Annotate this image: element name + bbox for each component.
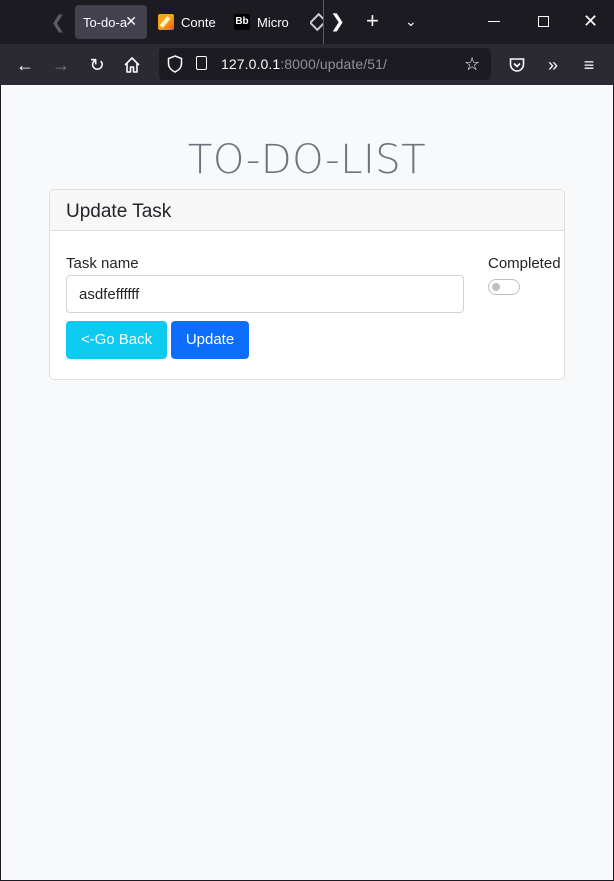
tab-close-icon[interactable]: ✕	[125, 13, 137, 30]
navigation-toolbar: ← → ↻ 127.0.0.1:8000/update/51/ ☆ » ≡	[0, 44, 614, 85]
hamburger-menu-icon[interactable]: ≡	[577, 53, 601, 77]
diamond-favicon-icon	[310, 12, 324, 32]
forward-arrow-icon[interactable]: →	[49, 53, 73, 77]
tab-strip: ❮ To-do-a ✕ Conte Bb Micro ❯ + ⌄ ✕	[0, 0, 614, 44]
tab-title: Micro	[257, 14, 289, 30]
url-host: 127.0.0.1	[221, 56, 281, 72]
tab-content[interactable]: Conte	[158, 5, 218, 39]
maximize-icon[interactable]	[538, 16, 549, 27]
bb-favicon-icon: Bb	[234, 14, 250, 30]
close-window-icon[interactable]: ✕	[583, 10, 598, 32]
chevron-down-icon[interactable]: ⌄	[405, 10, 417, 32]
page-info-icon[interactable]	[196, 56, 207, 70]
minimize-icon[interactable]	[488, 21, 500, 22]
bookmark-star-icon[interactable]: ☆	[464, 53, 480, 75]
overflow-chevrons-icon[interactable]: »	[541, 53, 565, 77]
tab-scroll-right-icon[interactable]: ❯	[330, 10, 345, 32]
task-name-input[interactable]	[66, 275, 464, 313]
tab-separator	[323, 0, 324, 44]
page-viewport: TO-DO-LIST Update Task Task name Complet…	[1, 85, 613, 880]
tab-scroll-left-icon[interactable]: ❮	[48, 11, 68, 33]
update-button[interactable]: Update	[171, 321, 249, 359]
completed-label: Completed	[488, 255, 561, 272]
tab-diamond[interactable]	[310, 5, 324, 39]
toggle-knob	[492, 283, 500, 291]
url-text[interactable]: 127.0.0.1:8000/update/51/	[221, 56, 387, 72]
pocket-icon[interactable]	[505, 53, 529, 77]
card-header: Update Task	[50, 190, 564, 231]
tab-microsoft[interactable]: Bb Micro	[234, 5, 294, 39]
reload-icon[interactable]: ↻	[85, 53, 109, 77]
tab-title: Conte	[181, 14, 216, 30]
completed-toggle[interactable]	[488, 279, 520, 295]
url-path: :8000/update/51/	[280, 56, 387, 72]
update-task-card: Update Task Task name Completed <-Go Bac…	[49, 189, 565, 380]
new-tab-icon[interactable]: +	[366, 8, 379, 34]
url-bar[interactable]: 127.0.0.1:8000/update/51/ ☆	[159, 48, 491, 80]
pencil-favicon-icon	[158, 14, 174, 30]
task-name-label: Task name	[66, 255, 139, 272]
go-back-button[interactable]: <-Go Back	[66, 321, 167, 359]
tab-title: To-do-a	[83, 14, 127, 30]
page-title: TO-DO-LIST	[187, 137, 427, 183]
home-icon[interactable]	[120, 53, 144, 77]
shield-icon[interactable]	[167, 55, 183, 73]
back-arrow-icon[interactable]: ←	[13, 53, 37, 77]
tab-todo[interactable]: To-do-a ✕	[75, 5, 147, 39]
